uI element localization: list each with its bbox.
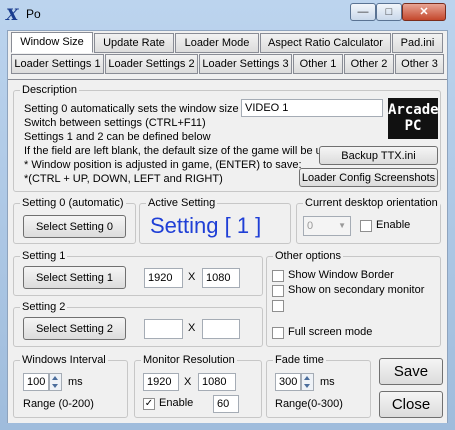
select-setting-2-button[interactable]: Select Setting 2 bbox=[23, 317, 126, 340]
tab-window-size[interactable]: Window Size bbox=[11, 32, 93, 53]
fade-time-spinner[interactable] bbox=[301, 373, 314, 391]
refresh-rate-field[interactable]: 60 bbox=[213, 395, 239, 413]
monitor-width-field[interactable]: 1920 bbox=[143, 373, 179, 391]
fade-time-unit: ms bbox=[320, 376, 335, 388]
tab-aspect-ratio-calculator[interactable]: Aspect Ratio Calculator bbox=[260, 33, 391, 53]
description-legend: Description bbox=[20, 84, 80, 96]
windows-interval-range: Range (0-200) bbox=[23, 398, 94, 410]
setting2-x-label: X bbox=[188, 322, 196, 334]
desktop-orientation-legend: Current desktop orientation bbox=[303, 197, 440, 209]
show-secondary-monitor-checkbox[interactable] bbox=[272, 285, 284, 297]
monitor-resolution-group: Monitor Resolution 1920 X 1080 ✓ Enable … bbox=[134, 354, 262, 418]
tab-loader-mode[interactable]: Loader Mode bbox=[175, 33, 259, 53]
description-line: Settings 1 and 2 can be defined below bbox=[24, 131, 211, 143]
other-options-legend: Other options bbox=[273, 250, 344, 262]
backup-ttx-ini-button[interactable]: Backup TTX.ini bbox=[319, 146, 438, 165]
tab-other-3[interactable]: Other 3 bbox=[395, 54, 444, 74]
setting2-legend: Setting 2 bbox=[20, 301, 68, 313]
windows-interval-field[interactable]: 100 bbox=[23, 373, 49, 391]
close-button[interactable]: Close bbox=[379, 391, 443, 418]
video-name-field[interactable]: VIDEO 1 bbox=[241, 99, 383, 117]
setting1-height-field[interactable]: 1080 bbox=[202, 268, 240, 288]
spin-down-icon bbox=[304, 384, 310, 388]
tab-loader-settings-3[interactable]: Loader Settings 3 bbox=[199, 54, 292, 74]
spin-up-icon bbox=[304, 376, 310, 380]
setting1-x-label: X bbox=[188, 271, 196, 283]
tab-pad-ini[interactable]: Pad.ini bbox=[392, 33, 443, 53]
active-setting-group: Active Setting Setting [ 1 ] bbox=[139, 197, 291, 244]
monitor-enable-label: Enable bbox=[159, 397, 194, 409]
description-group: Description Setting 0 automatically sets… bbox=[13, 84, 441, 192]
spin-up-icon bbox=[52, 376, 58, 380]
arcade-pc-logo: Arcade PC bbox=[388, 98, 439, 139]
setting2-height-field[interactable] bbox=[202, 319, 240, 339]
loader-config-screenshots-button[interactable]: Loader Config Screenshots bbox=[299, 168, 438, 187]
monitor-x-label: X bbox=[184, 376, 192, 388]
select-setting-0-button[interactable]: Select Setting 0 bbox=[23, 215, 126, 238]
orientation-enable-label: Enable bbox=[376, 219, 411, 231]
full-screen-mode-checkbox[interactable] bbox=[272, 327, 284, 339]
logo-line: Arcade bbox=[388, 102, 439, 118]
active-setting-value: Setting [ 1 ] bbox=[150, 213, 262, 238]
client-area: Window Size Update Rate Loader Mode Aspe… bbox=[7, 30, 448, 423]
tab-other-1[interactable]: Other 1 bbox=[293, 54, 343, 74]
windows-interval-unit: ms bbox=[68, 376, 83, 388]
close-icon: ✕ bbox=[419, 6, 429, 18]
app-x-icon: X bbox=[6, 5, 19, 24]
logo-line: PC bbox=[404, 118, 422, 134]
full-screen-mode-label: Full screen mode bbox=[288, 326, 373, 338]
maximize-button[interactable]: □ bbox=[376, 3, 402, 21]
setting0-group: Setting 0 (automatic) Select Setting 0 bbox=[13, 197, 136, 244]
other-options-group: Other options Show Window Border Show on… bbox=[266, 250, 441, 347]
check-icon: ✓ bbox=[144, 398, 154, 409]
fade-time-legend: Fade time bbox=[273, 354, 326, 366]
orientation-select[interactable]: 0 ▼ bbox=[303, 216, 351, 236]
setting2-width-field[interactable] bbox=[144, 319, 183, 339]
description-line: Switch between settings (CTRL+F11) bbox=[24, 117, 206, 129]
close-window-button[interactable]: ✕ bbox=[402, 3, 446, 21]
spin-down-icon bbox=[52, 384, 58, 388]
tab-loader-settings-1[interactable]: Loader Settings 1 bbox=[11, 54, 104, 74]
description-line: * Window position is adjusted in game, (… bbox=[24, 159, 302, 171]
minimize-icon: — bbox=[357, 6, 369, 18]
active-setting-legend: Active Setting bbox=[146, 197, 218, 209]
chevron-down-icon: ▼ bbox=[338, 221, 346, 230]
window-title: Po bbox=[26, 7, 41, 21]
title-bar[interactable]: X Po — □ ✕ bbox=[0, 0, 455, 28]
fade-time-range: Range(0-300) bbox=[275, 398, 343, 410]
desktop-orientation-group: Current desktop orientation 0 ▼ Enable bbox=[296, 197, 441, 244]
fade-time-group: Fade time 300 ms Range(0-300) bbox=[266, 354, 371, 418]
monitor-height-field[interactable]: 1080 bbox=[198, 373, 236, 391]
description-line: If the field are left blank, the default… bbox=[24, 145, 340, 157]
windows-interval-group: Windows Interval 100 ms Range (0-200) bbox=[13, 354, 128, 418]
windows-interval-legend: Windows Interval bbox=[20, 354, 108, 366]
setting1-group: Setting 1 Select Setting 1 1920 X 1080 bbox=[13, 250, 263, 296]
application-window: X Po — □ ✕ Window Size Update Rate Loade… bbox=[0, 0, 455, 430]
show-window-border-label: Show Window Border bbox=[288, 269, 394, 281]
monitor-enable-checkbox[interactable]: ✓ bbox=[143, 398, 155, 410]
windows-interval-spinner[interactable] bbox=[49, 373, 62, 391]
orientation-enable-checkbox[interactable] bbox=[360, 220, 372, 232]
tab-loader-settings-2[interactable]: Loader Settings 2 bbox=[105, 54, 198, 74]
select-setting-1-button[interactable]: Select Setting 1 bbox=[23, 266, 126, 289]
unlabeled-option-checkbox[interactable] bbox=[272, 300, 284, 312]
monitor-resolution-legend: Monitor Resolution bbox=[141, 354, 237, 366]
window-size-page: Description Setting 0 automatically sets… bbox=[8, 79, 447, 423]
tab-update-rate[interactable]: Update Rate bbox=[94, 33, 174, 53]
orientation-value: 0 bbox=[307, 220, 314, 232]
setting1-width-field[interactable]: 1920 bbox=[144, 268, 183, 288]
setting0-legend: Setting 0 (automatic) bbox=[20, 197, 126, 209]
show-secondary-monitor-label: Show on secondary monitor bbox=[288, 284, 425, 296]
save-button[interactable]: Save bbox=[379, 358, 443, 385]
tab-other-2[interactable]: Other 2 bbox=[344, 54, 394, 74]
setting2-group: Setting 2 Select Setting 2 X bbox=[13, 301, 263, 347]
fade-time-field[interactable]: 300 bbox=[275, 373, 301, 391]
show-window-border-checkbox[interactable] bbox=[272, 270, 284, 282]
maximize-icon: □ bbox=[385, 6, 393, 18]
description-line: Setting 0 automatically sets the window … bbox=[24, 103, 239, 115]
setting1-legend: Setting 1 bbox=[20, 250, 68, 262]
minimize-button[interactable]: — bbox=[350, 3, 376, 21]
description-line: *(CTRL + UP, DOWN, LEFT and RIGHT) bbox=[24, 173, 223, 185]
